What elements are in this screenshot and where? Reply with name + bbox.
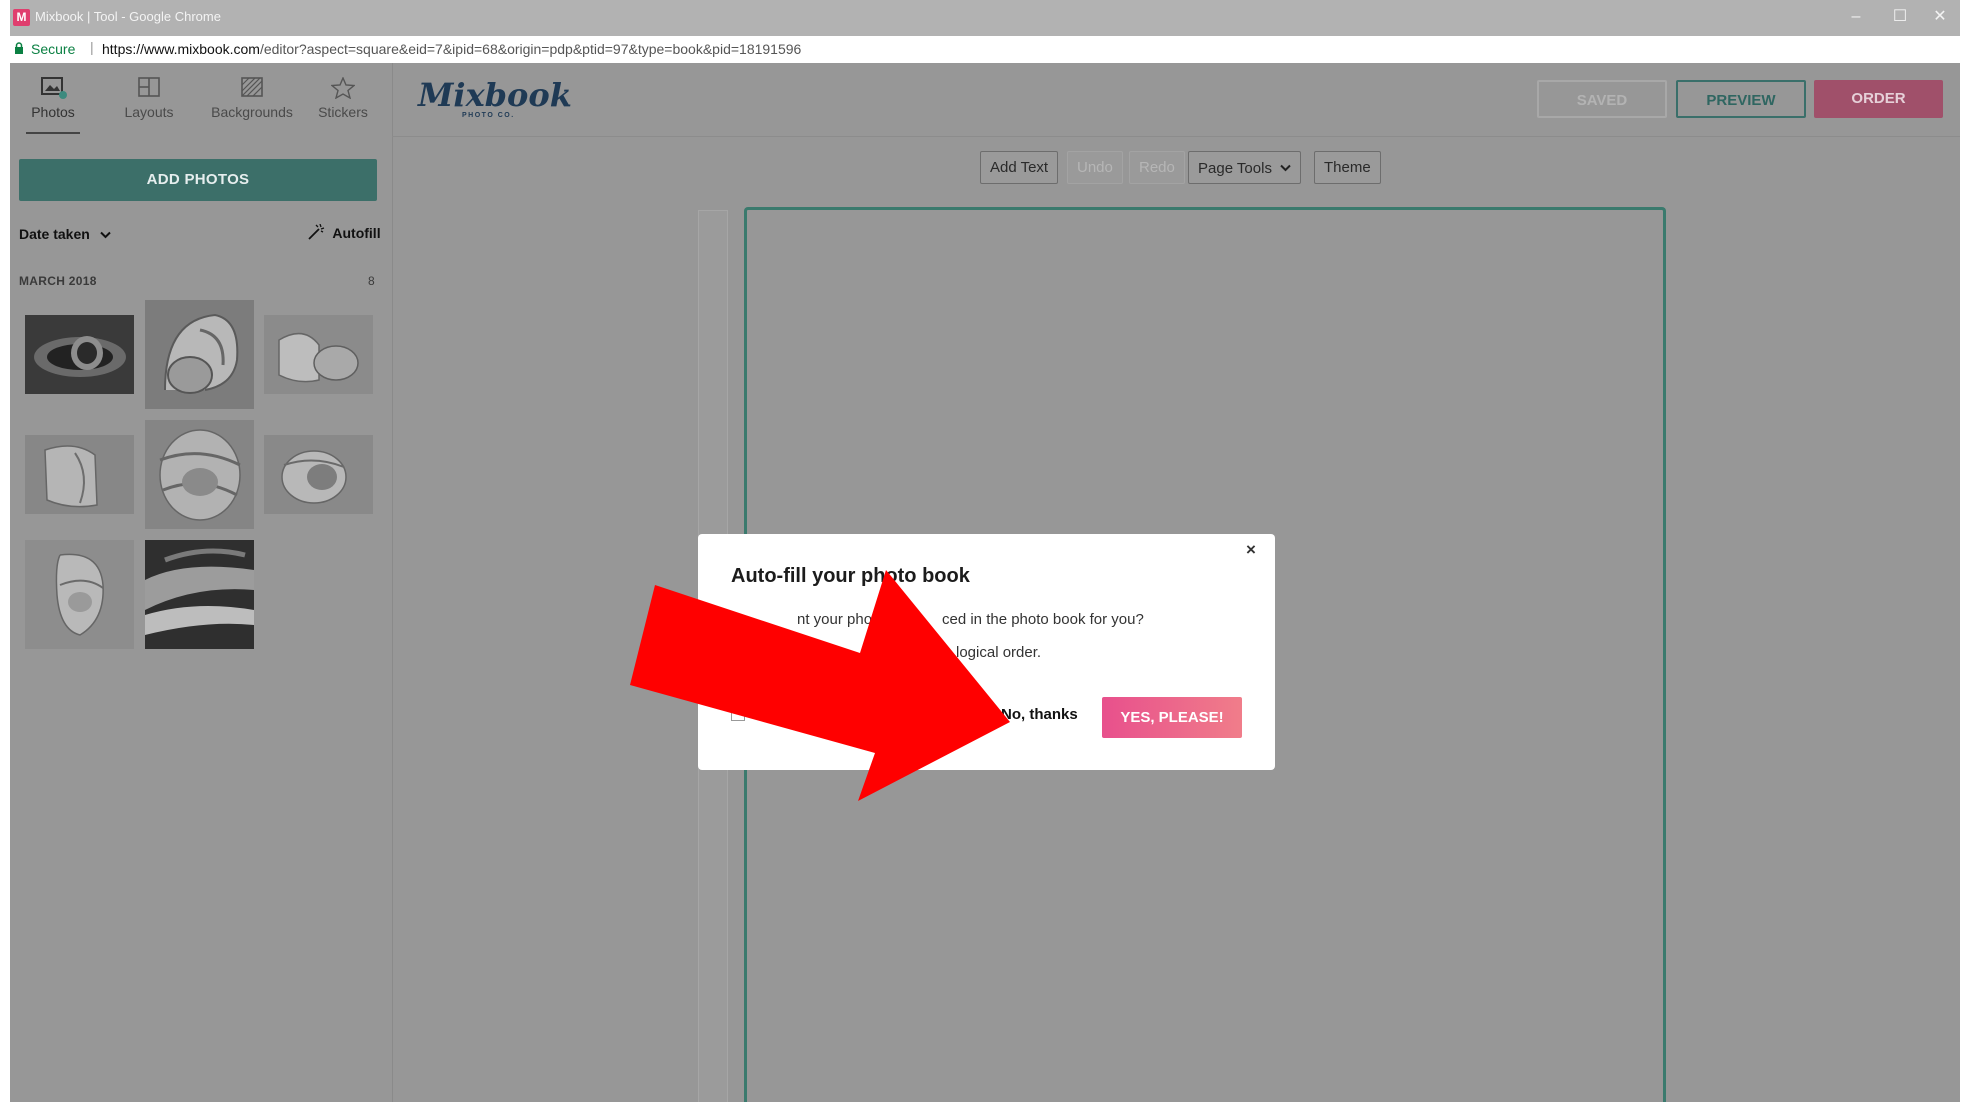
autofill-label: Autofill	[332, 225, 381, 241]
tab-backgrounds[interactable]: Backgrounds	[206, 77, 298, 120]
add-photos-button[interactable]: ADD PHOTOS	[19, 159, 377, 201]
tab-stickers[interactable]: Stickers	[308, 76, 378, 120]
close-icon[interactable]: ×	[1246, 540, 1256, 560]
lock-icon	[14, 42, 24, 54]
tab-photos[interactable]: Photos	[18, 77, 88, 134]
photo-thumbnail[interactable]	[264, 435, 373, 514]
magic-wand-icon	[307, 223, 325, 243]
chevron-down-icon	[99, 226, 111, 242]
header-divider	[392, 136, 1960, 137]
theme-button[interactable]: Theme	[1314, 151, 1381, 184]
chevron-down-icon	[1280, 152, 1291, 183]
url-path: /editor?aspect=square&eid=7&ipid=68&orig…	[259, 41, 802, 57]
layouts-icon	[137, 77, 161, 99]
tab-backgrounds-label: Backgrounds	[211, 104, 293, 120]
photo-thumbnail[interactable]	[145, 540, 254, 649]
redo-button[interactable]: Redo	[1129, 151, 1185, 184]
photo-group-count: 8	[368, 274, 375, 288]
star-icon	[330, 76, 356, 100]
photo-thumbnail[interactable]	[25, 315, 134, 394]
address-bar[interactable]: Secure | https://www.mixbook.com/editor?…	[10, 36, 1960, 64]
page-tools-dropdown[interactable]: Page Tools	[1188, 151, 1302, 184]
tab-photos-label: Photos	[31, 104, 75, 120]
page-tools-label: Page Tools	[1198, 160, 1272, 177]
sort-label: Date taken	[19, 226, 90, 242]
window-title: Mixbook | Tool - Google Chrome	[35, 9, 221, 24]
url-text[interactable]: https://www.mixbook.com/editor?aspect=sq…	[102, 41, 801, 57]
autofill-button[interactable]: Autofill	[307, 223, 381, 243]
photo-group-label: MARCH 2018	[19, 274, 97, 288]
preview-button[interactable]: PREVIEW	[1676, 80, 1806, 118]
photos-icon	[41, 77, 67, 99]
add-text-button[interactable]: Add Text	[980, 151, 1059, 184]
undo-button[interactable]: Undo	[1067, 151, 1123, 184]
tab-layouts[interactable]: Layouts	[114, 77, 184, 120]
photo-thumbnail[interactable]	[264, 315, 373, 394]
photo-thumbnail[interactable]	[145, 300, 254, 409]
browser-title-bar: M Mixbook | Tool - Google Chrome – ☐ ✕	[10, 0, 1960, 36]
minimize-icon[interactable]: –	[1836, 4, 1876, 30]
maximize-icon[interactable]: ☐	[1880, 4, 1920, 30]
mixbook-favicon-icon: M	[13, 9, 30, 26]
photo-thumbnail[interactable]	[25, 435, 134, 514]
order-button[interactable]: ORDER	[1814, 80, 1943, 118]
address-separator: |	[90, 39, 94, 55]
photo-thumbnail[interactable]	[25, 540, 134, 649]
photo-thumbnail[interactable]	[145, 420, 254, 529]
url-host: https://www.mixbook.com	[102, 41, 260, 57]
tab-layouts-label: Layouts	[124, 104, 174, 120]
logo-text: Mixbook	[418, 76, 572, 114]
yes-please-button[interactable]: YES, PLEASE!	[1102, 697, 1242, 738]
saved-button[interactable]: SAVED	[1537, 80, 1667, 118]
sort-dropdown[interactable]: Date taken	[19, 226, 111, 242]
active-tab-underline	[26, 132, 80, 134]
tab-stickers-label: Stickers	[318, 104, 368, 120]
secure-label: Secure	[31, 41, 76, 57]
mixbook-logo[interactable]: Mixbook PHOTO CO.	[418, 76, 572, 123]
red-arrow-annotation	[630, 570, 1010, 801]
no-thanks-button[interactable]: No, thanks	[1001, 706, 1078, 723]
backgrounds-icon	[240, 77, 264, 99]
close-window-icon[interactable]: ✕	[1920, 4, 1960, 30]
